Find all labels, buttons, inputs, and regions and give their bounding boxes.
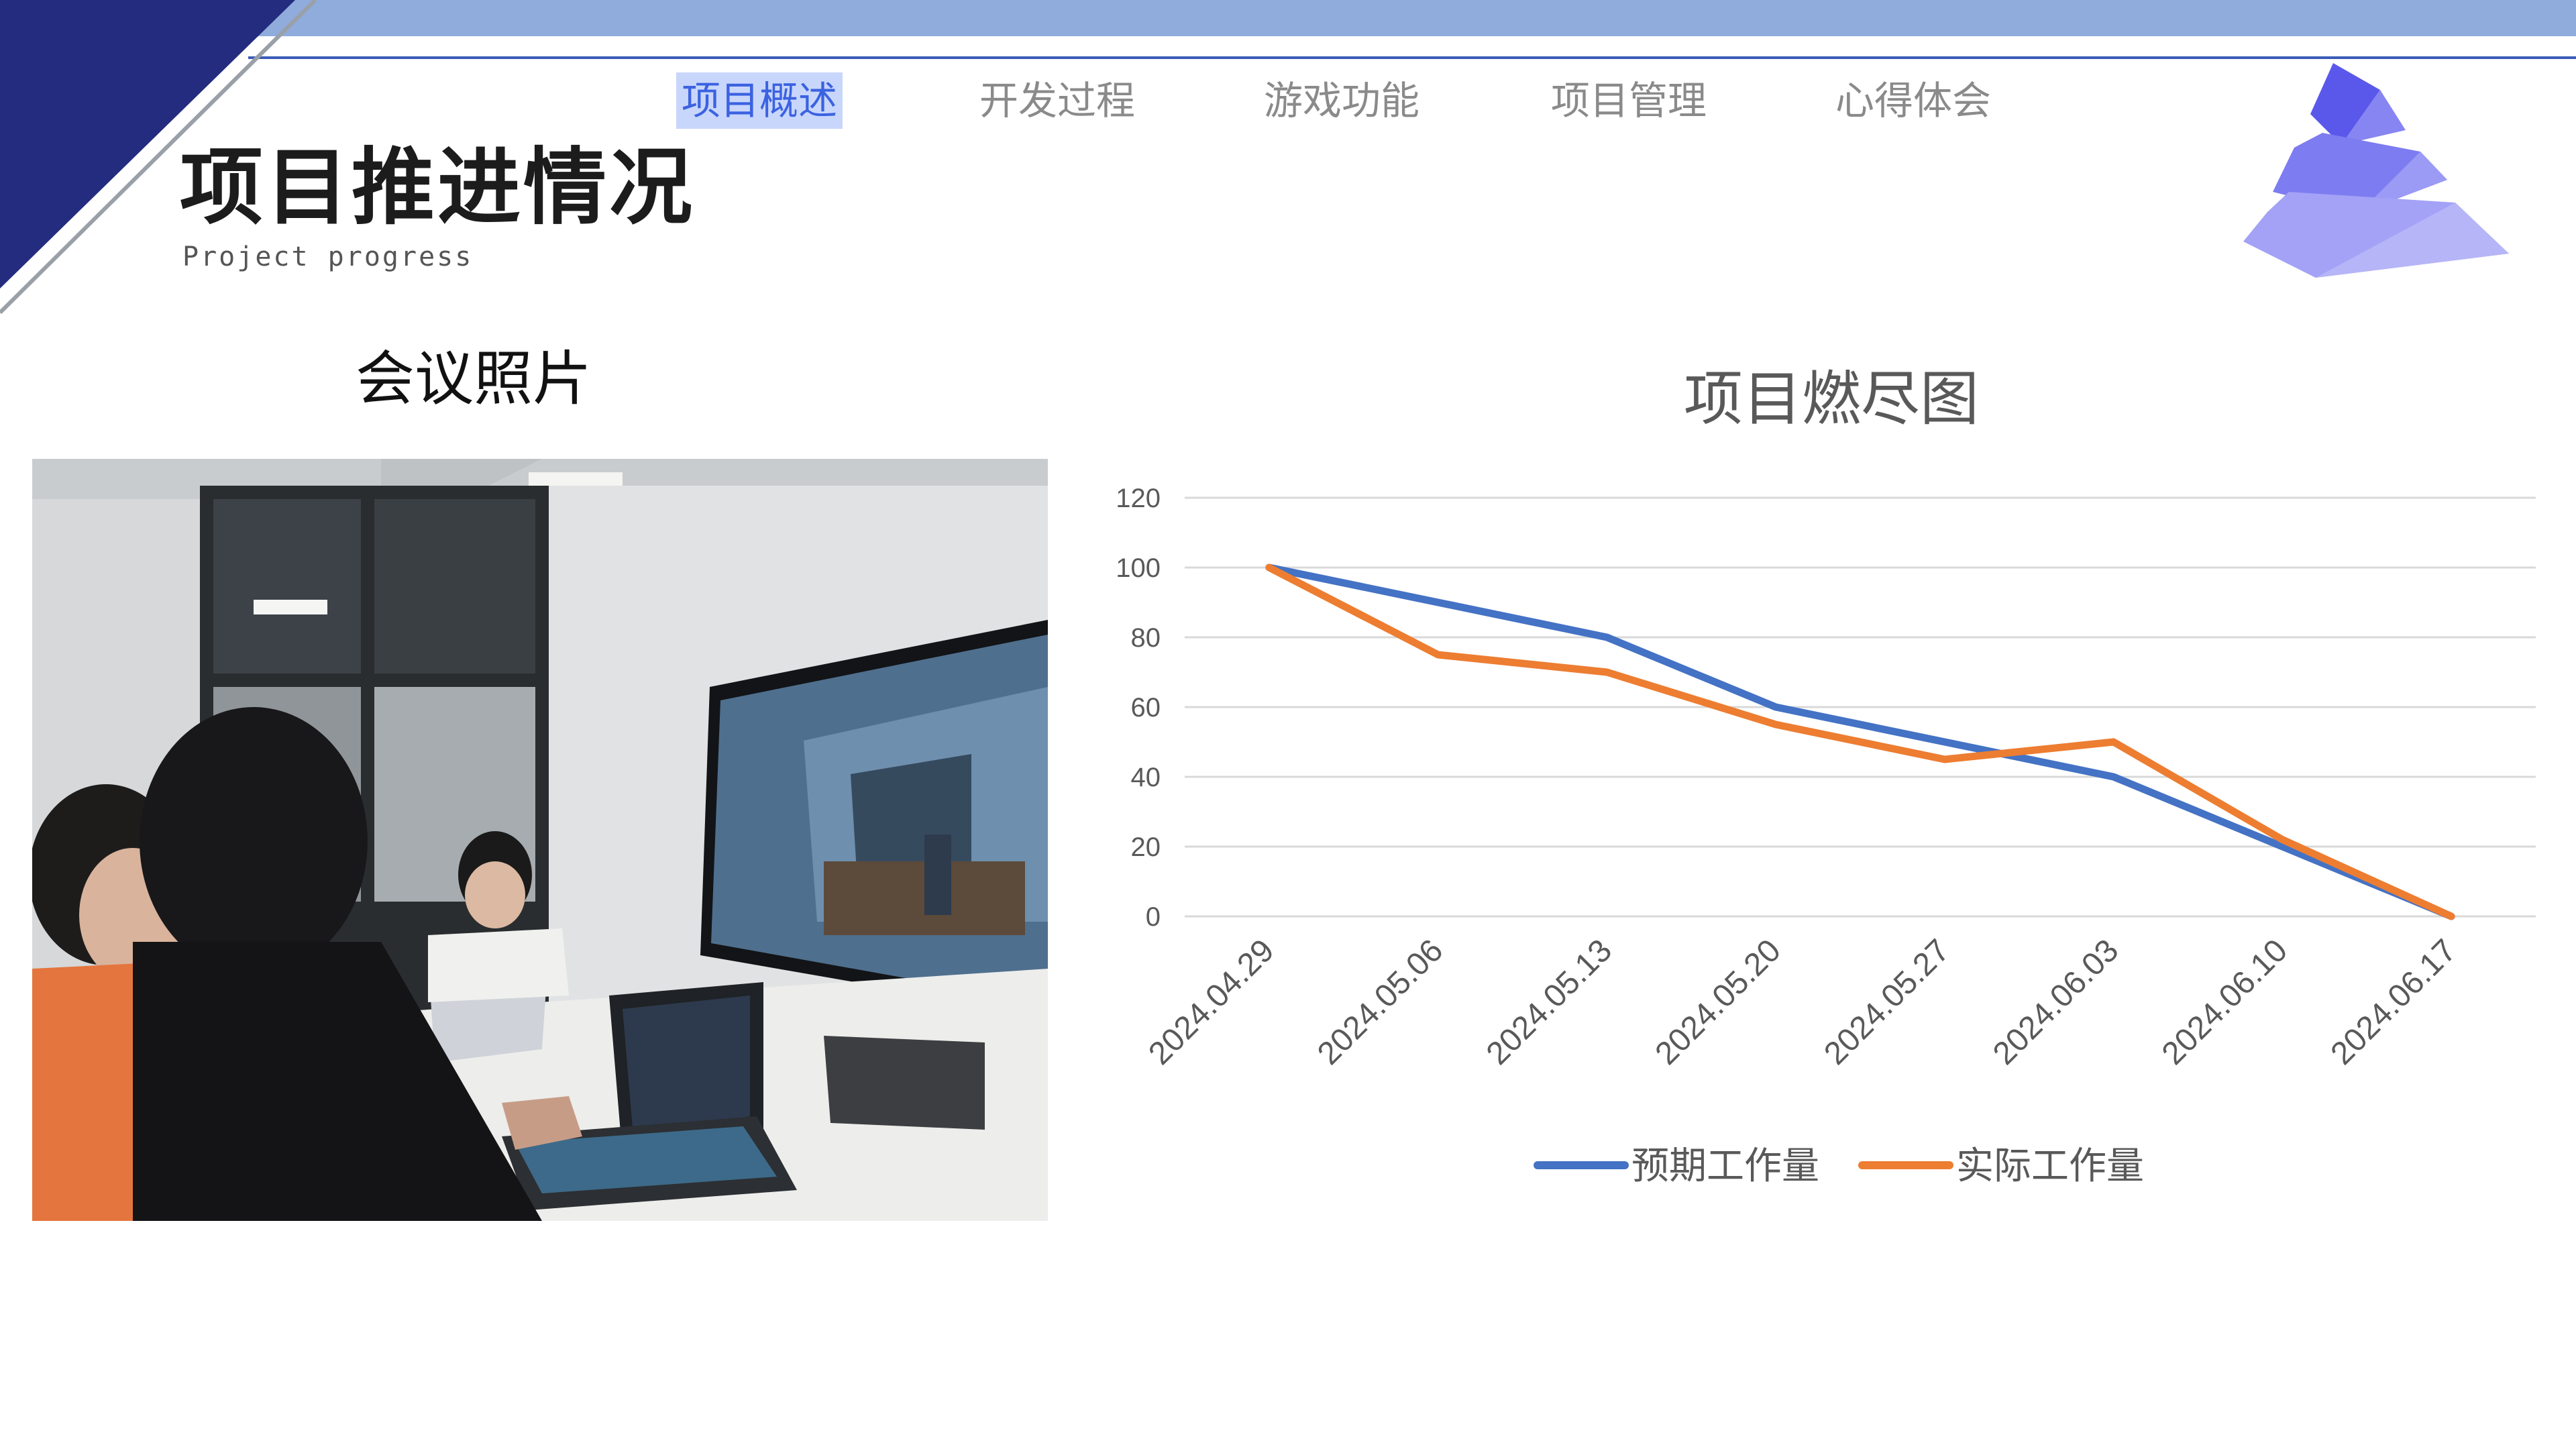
- x-tick-label: 2024.05.13: [1480, 932, 1619, 1071]
- data-point: [1436, 653, 1440, 656]
- slide: 项目概述 开发过程 游戏功能 项目管理 心得体会 项目推进情况 Project …: [0, 0, 2576, 1449]
- x-tick-labels: 2024.04.29 2024.05.06 2024.05.13 2024.05.20…: [1142, 932, 2463, 1071]
- data-point: [1774, 706, 1778, 708]
- x-tick-label: 2024.06.03: [1986, 932, 2125, 1071]
- meeting-photo: [32, 459, 1048, 1221]
- data-point: [1774, 723, 1778, 726]
- pyramid-icon: [2243, 63, 2509, 278]
- data-point: [2112, 741, 2115, 743]
- page-subtitle: Project progress: [182, 241, 474, 272]
- chart-series: [1265, 564, 2455, 920]
- y-tick-label: 120: [1116, 484, 1161, 513]
- page-title: 项目推进情况: [180, 140, 696, 236]
- legend-label: 实际工作量: [1956, 1144, 2144, 1188]
- nav-item-overview[interactable]: 项目概述: [676, 72, 843, 129]
- data-point: [1943, 758, 1946, 761]
- y-tick-label: 20: [1131, 833, 1161, 862]
- x-tick-label: 2024.05.20: [1649, 932, 1788, 1071]
- data-point: [1943, 741, 1946, 743]
- data-point: [2112, 775, 2115, 778]
- x-tick-label: 2024.04.29: [1142, 932, 1281, 1071]
- chart-legend: 预期工作量 实际工作量: [1534, 1144, 2144, 1188]
- nav-item-dev-process[interactable]: 开发过程: [974, 72, 1140, 129]
- data-point: [2450, 915, 2453, 918]
- x-tick-label: 2024.06.10: [2155, 932, 2294, 1071]
- burndown-chart: 020406080100120 2024.04.29 2024.05.06 2024…: [1116, 484, 2536, 1188]
- series-line-actual: [1265, 564, 2455, 920]
- y-tick-labels: 0 20 40 60 80 100 120: [1116, 484, 1161, 932]
- data-point: [2281, 838, 2284, 841]
- x-tick-label: 2024.05.06: [1311, 932, 1450, 1071]
- chart-title: 项目燃尽图: [1683, 364, 1979, 433]
- nav-item-game-features[interactable]: 游戏功能: [1258, 72, 1425, 129]
- data-point: [1436, 601, 1440, 604]
- data-point: [1605, 636, 1609, 639]
- x-tick-label: 2024.05.27: [1817, 932, 1956, 1071]
- data-point: [2281, 845, 2284, 848]
- y-tick-label: 60: [1131, 693, 1161, 722]
- x-tick-label: 2024.06.17: [2324, 932, 2463, 1071]
- y-tick-label: 80: [1131, 623, 1161, 653]
- y-tick-label: 100: [1116, 553, 1161, 583]
- legend-label: 预期工作量: [1631, 1144, 1819, 1188]
- nav-item-reflections[interactable]: 心得体会: [1830, 72, 1996, 129]
- nav-item-project-mgmt[interactable]: 项目管理: [1546, 72, 1712, 129]
- data-point: [1605, 671, 1609, 674]
- data-point: [1267, 566, 1271, 569]
- y-tick-label: 0: [1146, 902, 1161, 932]
- header-band: [228, 0, 2576, 36]
- y-tick-label: 40: [1131, 763, 1161, 792]
- chart-grid: [1185, 496, 2536, 918]
- photo-caption: 会议照片: [356, 344, 592, 413]
